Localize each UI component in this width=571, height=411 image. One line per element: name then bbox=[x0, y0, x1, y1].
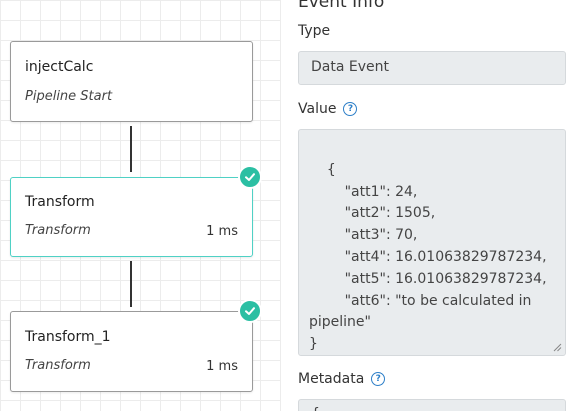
node-subtitle: Transform bbox=[25, 223, 91, 238]
type-label: Type bbox=[298, 23, 330, 39]
type-value: Data Event bbox=[311, 59, 389, 75]
check-circle-icon bbox=[238, 165, 262, 189]
value-label: Value ? bbox=[298, 101, 358, 117]
node-subtitle: Transform bbox=[25, 358, 91, 373]
node-subtitle: Pipeline Start bbox=[25, 89, 113, 104]
node-title: Transform_1 bbox=[25, 329, 111, 345]
pipeline-canvas[interactable]: injectCalc Pipeline Start Transform Tran… bbox=[0, 0, 281, 411]
connector-line bbox=[130, 126, 132, 172]
check-circle-icon bbox=[238, 299, 262, 323]
metadata-label: Metadata ? bbox=[298, 371, 386, 387]
resize-grip-icon[interactable] bbox=[553, 343, 562, 352]
node-title: injectCalc bbox=[25, 59, 94, 75]
value-label-text: Value bbox=[298, 101, 337, 117]
value-textarea[interactable]: { "att1": 24, "att2": 1505, "att3": 70, … bbox=[298, 129, 566, 356]
metadata-label-text: Metadata bbox=[298, 371, 365, 387]
node-title: Transform bbox=[25, 194, 95, 210]
type-field[interactable]: Data Event bbox=[298, 51, 566, 85]
type-label-text: Type bbox=[298, 23, 331, 39]
metadata-value: { bbox=[311, 406, 320, 411]
connector-line bbox=[130, 261, 132, 307]
node-inject-calc[interactable]: injectCalc Pipeline Start bbox=[10, 41, 253, 122]
metadata-field[interactable]: { bbox=[298, 399, 566, 411]
node-transform-1[interactable]: Transform_1 Transform 1 ms bbox=[10, 311, 253, 392]
node-transform[interactable]: Transform Transform 1 ms bbox=[10, 177, 253, 257]
help-icon[interactable]: ? bbox=[371, 372, 386, 386]
panel-heading: Event Info bbox=[298, 0, 385, 12]
event-info-panel: Event Info Type Data Event Value ? { "at… bbox=[281, 0, 571, 411]
node-duration: 1 ms bbox=[206, 359, 238, 374]
value-content: { "att1": 24, "att2": 1505, "att3": 70, … bbox=[309, 161, 547, 353]
help-icon[interactable]: ? bbox=[343, 102, 358, 116]
node-duration: 1 ms bbox=[206, 224, 238, 239]
